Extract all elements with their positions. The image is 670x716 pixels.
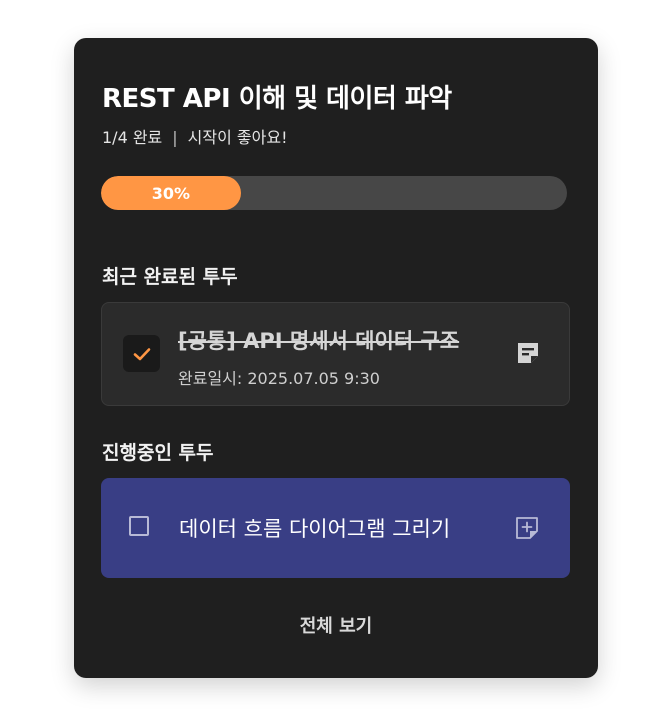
progress-bar: 30% — [101, 176, 567, 210]
encouragement-text: 시작이 좋아요! — [187, 128, 288, 147]
check-icon — [133, 347, 150, 360]
note-icon — [518, 343, 538, 363]
done-todo-completed-at: 완료일시: 2025.07.05 9:30 — [178, 369, 380, 388]
progress-percent-label: 30% — [151, 183, 191, 203]
progress-summary: 1/4 완료 | 시작이 좋아요! — [102, 124, 288, 148]
recent-done-heading: 최근 완료된 투두 — [102, 266, 238, 288]
note-button[interactable] — [513, 338, 543, 368]
done-checkbox[interactable] — [123, 335, 160, 372]
in-progress-heading: 진행중인 투두 — [102, 442, 214, 464]
add-note-button[interactable] — [512, 513, 542, 543]
view-all-button[interactable]: 전체 보기 — [74, 612, 598, 638]
todo-progress-card: REST API 이해 및 데이터 파악 1/4 완료 | 시작이 좋아요! 30%… — [74, 38, 598, 678]
todo-checkbox[interactable] — [129, 516, 149, 536]
note-add-icon — [516, 517, 538, 539]
done-todo-item[interactable]: [공통] API 명세서 데이터 구조 완료일시: 2025.07.05 9:3… — [101, 302, 570, 406]
summary-separator: | — [172, 128, 178, 147]
in-progress-todo-item[interactable]: 데이터 흐름 다이어그램 그리기 — [101, 478, 570, 578]
progress-bar-fill: 30% — [101, 176, 241, 210]
done-todo-title: [공통] API 명세서 데이터 구조 — [178, 329, 460, 353]
progress-count: 1/4 완료 — [102, 128, 163, 147]
goal-title: REST API 이해 및 데이터 파악 — [102, 84, 452, 114]
in-progress-todo-title: 데이터 흐름 다이어그램 그리기 — [179, 517, 451, 541]
